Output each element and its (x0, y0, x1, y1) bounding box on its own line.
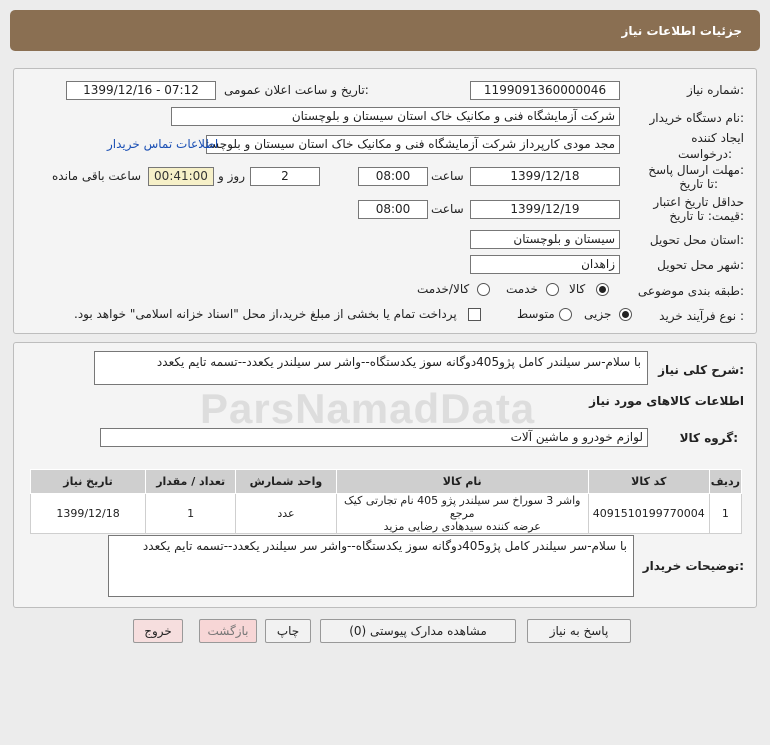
need-number-label: شماره نیاز: (686, 83, 744, 97)
category-service-radio[interactable] (546, 283, 559, 296)
remaining-label: ساعت باقی مانده (52, 169, 142, 183)
validity-date-field: 1399/12/19 (470, 200, 620, 219)
cell-name-line1: واشر 3 سوراخ سر سیلندر پژو 405 نام تجارت… (343, 494, 581, 520)
buyer-notes-field: با سلام-سر سیلندر کامل پژو405دوگانه سوز … (108, 535, 634, 597)
goods-group-label: گروه کالا: (679, 431, 738, 445)
validity-label-2: قیمت: تا تاریخ: (669, 209, 744, 223)
creator-label-2: درخواست: (678, 147, 732, 161)
page-title-bar: جزئیات اطلاعات نیاز (10, 10, 760, 51)
validity-time-label: ساعت (431, 202, 464, 216)
purchase-medium-label: متوسط (517, 307, 555, 321)
details-panel: شرح کلی نیاز: با سلام-سر سیلندر کامل پژو… (13, 342, 757, 608)
category-goods-radio[interactable] (596, 283, 609, 296)
deadline-label-1: مهلت ارسال پاسخ: (648, 163, 744, 177)
back-button[interactable]: بازگشت (199, 619, 257, 643)
category-goods-label: کالا (569, 282, 586, 296)
cell-row: 1 (708, 493, 743, 534)
goods-group-field: لوازم خودرو و ماشین آلات (100, 428, 648, 447)
description-field: با سلام-سر سیلندر کامل پژو405دوگانه سوز … (94, 351, 648, 385)
col-row: ردیف (708, 469, 743, 494)
col-name: نام کالا (335, 469, 589, 494)
cell-qty: 1 (145, 493, 237, 534)
cell-name-line2: عرضه کننده سیدهادی رضایی مزید (383, 520, 541, 533)
col-unit: واحد شمارش (235, 469, 337, 494)
goods-section-title: اطلاعات کالاهای مورد نیاز (589, 394, 744, 408)
city-label: شهر محل تحویل: (657, 258, 744, 272)
creator-field: مجد مودی کارپرداز شرکت آزمایشگاه فنی و م… (206, 135, 620, 154)
category-label: طبقه بندی موضوعی: (637, 284, 744, 298)
deadline-time-label: ساعت (431, 169, 464, 183)
days-label: روز و (218, 169, 245, 183)
col-qty: تعداد / مقدار (145, 469, 237, 494)
deadline-time-field: 08:00 (358, 167, 428, 186)
description-label: شرح کلی نیاز: (658, 363, 744, 377)
treasury-payment-note: پرداخت تمام یا بخشی از مبلغ خرید،از محل … (74, 307, 457, 321)
purchase-medium-radio[interactable] (559, 308, 572, 321)
remaining-time-field: 00:41:00 (148, 167, 214, 186)
purchase-minor-label: جزیی (584, 307, 612, 321)
buyer-field: شرکت آزمایشگاه فنی و مکانیک خاک استان سی… (171, 107, 620, 126)
buyer-notes-label: توضیحات خریدار: (642, 559, 744, 573)
col-date: تاریخ نیاز (29, 469, 147, 494)
cell-name: واشر 3 سوراخ سر سیلندر پژو 405 نام تجارت… (335, 493, 589, 534)
cell-date: 1399/12/18 (29, 493, 147, 534)
deadline-date-field: 1399/12/18 (470, 167, 620, 186)
goods-table-header: ردیف کد کالا نام کالا واحد شمارش تعداد /… (29, 469, 743, 494)
exit-button[interactable]: خروج (133, 619, 183, 643)
page-title: جزئیات اطلاعات نیاز (621, 23, 742, 38)
treasury-payment-checkbox[interactable] (468, 308, 481, 321)
cell-code: 4091510199770004 (587, 493, 710, 534)
category-service-label: خدمت (506, 282, 538, 296)
category-both-label: کالا/خدمت (417, 282, 470, 296)
cell-unit: عدد (235, 493, 337, 534)
province-label: استان محل تحویل: (649, 233, 744, 247)
category-both-radio[interactable] (477, 283, 490, 296)
creator-label-1: ایجاد کننده (691, 131, 744, 145)
purchase-label: نوع فرآیند خرید : (659, 309, 744, 323)
info-panel: شماره نیاز: 1199091360000046 تاریخ و ساع… (13, 68, 757, 334)
print-button[interactable]: چاپ (265, 619, 311, 643)
buyer-contact-link[interactable]: اطلاعات تماس خریدار (107, 137, 218, 151)
view-documents-button[interactable]: مشاهده مدارک پیوستی (0) (320, 619, 516, 643)
table-row: 1 4091510199770004 واشر 3 سوراخ سر سیلند… (29, 493, 743, 534)
city-field: زاهدان (470, 255, 620, 274)
purchase-minor-radio[interactable] (619, 308, 632, 321)
days-field: 2 (250, 167, 320, 186)
deadline-label-2: تا تاریخ: (679, 177, 718, 191)
validity-time-field: 08:00 (358, 200, 428, 219)
col-code: کد کالا (587, 469, 710, 494)
reply-button[interactable]: پاسخ به نیاز (527, 619, 631, 643)
province-field: سیستان و بلوچستان (470, 230, 620, 249)
goods-table: ردیف کد کالا نام کالا واحد شمارش تعداد /… (29, 469, 743, 534)
validity-label-1: حداقل تاریخ اعتبار (653, 195, 744, 209)
buyer-label: نام دستگاه خریدار: (649, 111, 745, 125)
announce-label: تاریخ و ساعت اعلان عمومی: (224, 83, 369, 97)
need-number-field: 1199091360000046 (470, 81, 620, 100)
announce-field: 1399/12/16 - 07:12 (66, 81, 216, 100)
